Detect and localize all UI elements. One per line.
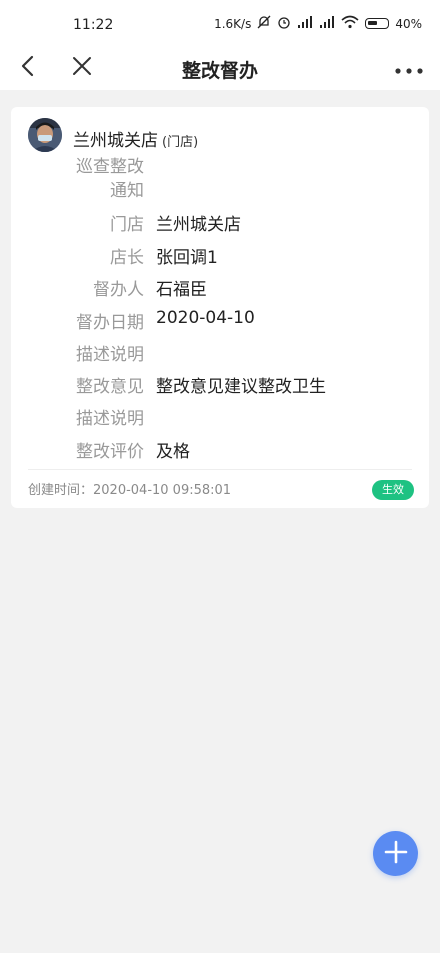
wifi-icon (341, 15, 359, 32)
alarm-icon (277, 15, 291, 32)
row-label: 整改意见 (76, 377, 144, 397)
store-name: 兰州城关店 (门店) (73, 126, 198, 151)
nav-bar: 整改督办 (0, 46, 440, 90)
battery-percent: 40% (395, 16, 422, 31)
avatar (28, 118, 62, 152)
row-value: 兰州城关店 (156, 215, 241, 235)
more-horizontal-icon (395, 59, 423, 78)
row-value: 2020-04-10 (156, 308, 255, 328)
row-value: 石福臣 (156, 280, 207, 300)
page-title: 整改督办 (181, 60, 258, 82)
row-label: 店长 (110, 248, 144, 268)
row-label: 督办人 (93, 280, 144, 300)
add-button[interactable] (373, 831, 418, 876)
row-value: 及格 (156, 442, 190, 462)
battery-icon (365, 18, 390, 29)
chevron-left-icon (20, 55, 36, 81)
status-bar: 11:22 1.6K/s 40% (0, 0, 440, 46)
row-value: 张回调1 (156, 248, 218, 268)
store-name-text: 兰州城关店 (73, 131, 158, 151)
row-label: 整改评价 (76, 442, 144, 462)
row-value: 整改意见建议整改卫生 (156, 377, 326, 397)
close-icon (71, 55, 93, 81)
hd-signal-icon (297, 15, 313, 32)
status-indicators: 1.6K/s 40% (214, 15, 422, 32)
store-type: (门店) (162, 135, 199, 150)
row-label: 督办日期 (76, 313, 144, 333)
divider (28, 469, 412, 470)
status-badge: 生效 (372, 480, 414, 500)
detail-row-notice: 巡查整改通知 (11, 155, 429, 203)
row-label: 描述说明 (76, 345, 144, 365)
row-label: 门店 (110, 215, 144, 235)
supervision-card[interactable]: 兰州城关店 (门店) 巡查整改通知 门店 兰州城关店 店长 张回调1 督办人 石福… (11, 107, 429, 508)
created-time: 创建时间：2020-04-10 09:58:01 (28, 483, 232, 498)
more-button[interactable] (392, 54, 426, 82)
network-speed: 1.6K/s (214, 16, 252, 31)
row-label: 巡查整改通知 (76, 157, 144, 201)
row-label: 描述说明 (76, 409, 144, 429)
mute-bell-icon (257, 15, 271, 32)
signal-icon (319, 15, 335, 32)
plus-icon (384, 840, 408, 868)
status-time: 11:22 (73, 17, 114, 33)
back-button[interactable] (14, 54, 42, 82)
close-button[interactable] (68, 54, 96, 82)
